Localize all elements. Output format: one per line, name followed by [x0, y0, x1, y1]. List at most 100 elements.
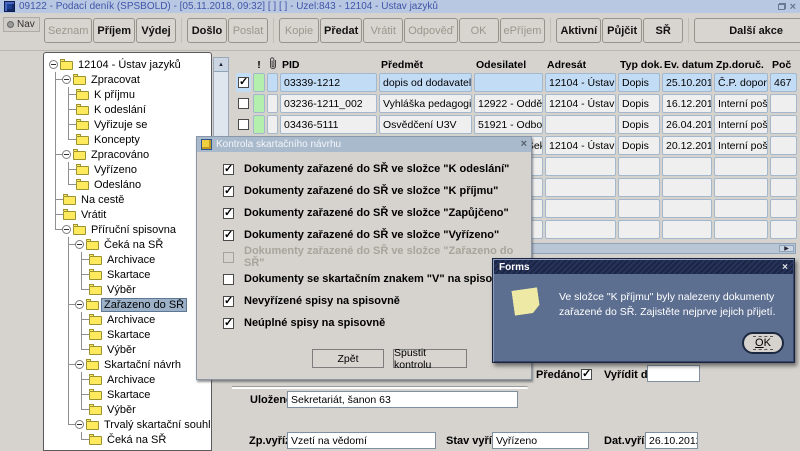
cell-ev[interactable]: [662, 157, 712, 176]
tree-item-na-ceste[interactable]: Na cestě: [44, 192, 211, 207]
row-select-cell[interactable]: [236, 73, 251, 92]
zp-vyriz-field[interactable]: Vzetí na vědomí: [287, 432, 436, 449]
tree-item-skartace[interactable]: Skartace: [44, 327, 211, 342]
cell-adresat[interactable]: [545, 199, 616, 218]
tree-item-zpracovano[interactable]: Zpracováno: [44, 147, 211, 162]
toolbar-button-pujcit[interactable]: Půjčit: [602, 18, 642, 43]
cell-predmet[interactable]: dopis od dodavatele: [379, 73, 472, 92]
tree-item-vyrizeno[interactable]: Vyřízeno: [44, 162, 211, 177]
ulozeno-field[interactable]: Sekretariát, šanon 63: [287, 391, 518, 408]
cell-typ[interactable]: [618, 220, 660, 239]
cell-poc[interactable]: [770, 178, 797, 197]
row-checkbox[interactable]: [238, 119, 249, 130]
cell-adresat[interactable]: 12104 - Ústav jazy: [545, 73, 616, 92]
cell-typ[interactable]: Dopis: [618, 136, 660, 155]
check-option-checkbox[interactable]: [223, 186, 234, 197]
check-option[interactable]: Dokumenty se skartačním znakem "V" na sp…: [197, 268, 531, 290]
cell-typ[interactable]: Dopis: [618, 94, 660, 113]
check-option[interactable]: Dokumenty zařazené do SŘ ve složce "Vyří…: [197, 224, 531, 246]
vyridit-do-field[interactable]: [647, 365, 700, 382]
cell-typ[interactable]: Dopis: [618, 73, 660, 92]
ok-button[interactable]: OK: [742, 332, 784, 354]
cell-typ[interactable]: [618, 178, 660, 197]
toolbar-button-prijem[interactable]: Příjem: [93, 18, 135, 43]
toolbar-button-doslo[interactable]: Došlo: [187, 18, 227, 43]
cell-ev[interactable]: [662, 220, 712, 239]
dat-vyriz-field[interactable]: 26.10.2012: [645, 432, 698, 449]
cell-poc[interactable]: [770, 94, 797, 113]
tree-item-vyber[interactable]: Výběr: [44, 282, 211, 297]
cell-adresat[interactable]: [545, 115, 616, 134]
tree-collapse-icon[interactable]: [62, 75, 71, 84]
tree-collapse-icon[interactable]: [75, 360, 84, 369]
cell-zp[interactable]: Interní pošta: [714, 136, 768, 155]
cell-adresat[interactable]: [545, 220, 616, 239]
tree-item-zpracovat[interactable]: Zpracovat: [44, 72, 211, 87]
check-option-checkbox[interactable]: [223, 274, 234, 285]
cell-typ[interactable]: [618, 199, 660, 218]
cell-adresat[interactable]: [545, 157, 616, 176]
cell-predmet[interactable]: Vyhláška pedagogické: [379, 94, 472, 113]
cell-odesilatel[interactable]: 12922 - Oddělení s: [474, 94, 543, 113]
tree-item-vyrizuje-se[interactable]: Vyřizuje se: [44, 117, 211, 132]
tree-collapse-icon[interactable]: [62, 150, 71, 159]
cell-poc[interactable]: [770, 199, 797, 218]
nav-button[interactable]: Nav: [3, 17, 40, 32]
toolbar-button-vydej[interactable]: Výdej: [136, 18, 176, 43]
tree-item-skartacni-navrh[interactable]: Skartační návrh: [44, 357, 211, 372]
tree-item-skartace[interactable]: Skartace: [44, 267, 211, 282]
cell-ev[interactable]: 26.04.2011: [662, 115, 712, 134]
cell-poc[interactable]: [770, 115, 797, 134]
cell-poc[interactable]: [770, 136, 797, 155]
check-option-checkbox[interactable]: [223, 164, 234, 175]
cell-odesilatel[interactable]: 51921 - Odbor pro: [474, 115, 543, 134]
toolbar-button-dalsi-akce[interactable]: Další akce: [694, 18, 800, 43]
scroll-up-icon[interactable]: ▲: [214, 58, 228, 72]
check-option[interactable]: Nevyřízené spisy na spisovně: [197, 290, 531, 312]
tree-item-vyber[interactable]: Výběr: [44, 342, 211, 357]
cell-zp[interactable]: [714, 199, 768, 218]
row-select-cell[interactable]: [236, 94, 251, 113]
table-row[interactable]: 03339-1212dopis od dodavatele 12104 - Úst…: [236, 73, 797, 92]
tree-item-archivace[interactable]: Archivace: [44, 372, 211, 387]
cell-zp[interactable]: Interní pošta: [714, 115, 768, 134]
check-option-checkbox[interactable]: [223, 318, 234, 329]
toolbar-button-predat[interactable]: Předat: [320, 18, 362, 43]
cell-pid[interactable]: 03436-5111: [280, 115, 377, 134]
tree-item-odeslano[interactable]: Odesláno: [44, 177, 211, 192]
cell-typ[interactable]: [618, 157, 660, 176]
tree-item-vyber[interactable]: Výběr: [44, 402, 211, 417]
forms-dialog-titlebar[interactable]: Forms ×: [494, 260, 793, 274]
tree-item-ceka-na-sr[interactable]: Čeká na SŘ: [44, 432, 211, 447]
close-window-icon[interactable]: ×: [790, 2, 796, 12]
check-option[interactable]: Dokumenty zařazené do SŘ ve složce "Zařa…: [197, 246, 531, 268]
cell-adresat[interactable]: 12104 - Ústav jazy: [545, 136, 616, 155]
cell-odesilatel[interactable]: [474, 73, 543, 92]
check-option[interactable]: Dokumenty zařazené do SŘ ve složce "K od…: [197, 158, 531, 180]
toolbar-button-aktivni[interactable]: Aktivní: [556, 18, 601, 43]
tree-collapse-icon[interactable]: [75, 300, 84, 309]
check-option[interactable]: Neúplné spisy na spisovně: [197, 312, 531, 334]
predano-checkbox[interactable]: [581, 369, 592, 380]
row-select-cell[interactable]: [236, 115, 251, 134]
stav-vyriz-field[interactable]: Vyřízeno: [492, 432, 589, 449]
cell-adresat[interactable]: [545, 178, 616, 197]
check-option[interactable]: Dokumenty zařazené do SŘ ve složce "Zapů…: [197, 202, 531, 224]
cell-zp[interactable]: [714, 157, 768, 176]
tree-item-archivace[interactable]: Archivace: [44, 252, 211, 267]
tree-item-k-prijmu[interactable]: K příjmu: [44, 87, 211, 102]
check-dialog-titlebar[interactable]: Kontrola skartačního návrhu ×: [197, 137, 531, 152]
check-option-checkbox[interactable]: [223, 230, 234, 241]
cell-ev[interactable]: [662, 178, 712, 197]
cell-zp[interactable]: [714, 220, 768, 239]
tree-item-koncepty[interactable]: Koncepty: [44, 132, 211, 147]
tree-item-skartace[interactable]: Skartace: [44, 387, 211, 402]
table-row[interactable]: 03436-5111Osvědčení U3V51921 - Odbor pro…: [236, 115, 797, 134]
cell-ev[interactable]: 16.12.2011: [662, 94, 712, 113]
cell-adresat[interactable]: 12104 - Ústav jazy: [545, 94, 616, 113]
tree-collapse-icon[interactable]: [49, 60, 58, 69]
forms-dialog-close-icon[interactable]: ×: [782, 262, 788, 273]
tree-collapse-icon[interactable]: [75, 240, 84, 249]
cell-pid[interactable]: 03339-1212: [280, 73, 377, 92]
cell-ev[interactable]: 20.12.2010: [662, 136, 712, 155]
